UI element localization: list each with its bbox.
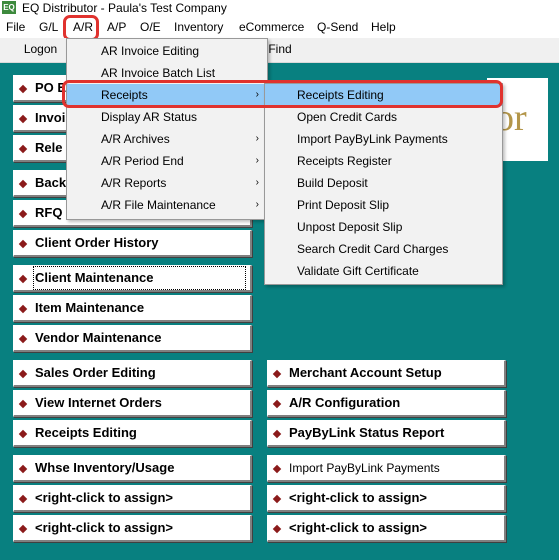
menu-file[interactable]: File: [6, 19, 25, 36]
menu-label: A/R File Maintenance: [101, 198, 216, 212]
button-label: <right-click to assign>: [35, 490, 173, 505]
sales-order-editing-button[interactable]: Sales Order Editing: [13, 360, 252, 387]
logon-button[interactable]: Logon: [8, 39, 73, 60]
ar-menu-ar-period-end[interactable]: A/R Period End ›: [101, 150, 267, 172]
submenu-unpost-deposit-slip[interactable]: Unpost Deposit Slip: [297, 216, 402, 238]
submenu-validate-gift-certificate[interactable]: Validate Gift Certificate: [297, 260, 419, 282]
bullet-icon: [18, 114, 28, 124]
button-label: Receipts Editing: [35, 425, 137, 440]
unassigned-shortcut-button[interactable]: <right-click to assign>: [13, 485, 252, 512]
receipts-submenu: Receipts Editing Open Credit Cards Impor…: [264, 83, 503, 285]
button-label: View Internet Orders: [35, 395, 162, 410]
button-label: Back: [35, 175, 67, 190]
submenu-print-deposit-slip[interactable]: Print Deposit Slip: [297, 194, 389, 216]
bullet-icon: [18, 274, 28, 284]
bullet-icon: [272, 399, 282, 409]
submenu-build-deposit[interactable]: Build Deposit: [297, 172, 368, 194]
receipts-editing-annotation-ring: [62, 80, 503, 108]
submenu-arrow-icon: ›: [255, 155, 259, 166]
client-maintenance-button[interactable]: Client Maintenance: [13, 265, 252, 292]
menu-label: A/R Archives: [101, 132, 170, 146]
button-label: RFQ: [35, 205, 63, 220]
unassigned-shortcut-button[interactable]: <right-click to assign>: [267, 485, 506, 512]
item-maintenance-button[interactable]: Item Maintenance: [13, 295, 252, 322]
submenu-open-credit-cards[interactable]: Open Credit Cards: [297, 106, 397, 128]
bullet-icon: [18, 144, 28, 154]
bullet-icon: [18, 179, 28, 189]
vendor-maintenance-button[interactable]: Vendor Maintenance: [13, 325, 252, 352]
whse-inventory-usage-button[interactable]: Whse Inventory/Usage: [13, 455, 252, 482]
button-label: Whse Inventory/Usage: [35, 460, 175, 475]
button-label: Import PayByLink Payments: [289, 461, 440, 475]
client-order-history-button[interactable]: Client Order History: [13, 230, 252, 257]
receipts-editing-button[interactable]: Receipts Editing: [13, 420, 252, 447]
ar-menu-ar-reports[interactable]: A/R Reports ›: [101, 172, 267, 194]
menu-inventory[interactable]: Inventory: [174, 19, 223, 36]
button-label: Rele: [35, 140, 63, 155]
bullet-icon: [18, 369, 28, 379]
bullet-icon: [272, 494, 282, 504]
menu-label: AR Invoice Batch List: [101, 66, 216, 80]
bullet-icon: [18, 429, 28, 439]
menu-q-send[interactable]: Q-Send: [317, 19, 358, 36]
button-label: A/R Configuration: [289, 395, 401, 410]
bullet-icon: [18, 209, 28, 219]
button-label: Item Maintenance: [35, 300, 145, 315]
menu-label: AR Invoice Editing: [101, 44, 200, 58]
menu-label: A/R Period End: [101, 154, 184, 168]
unassigned-shortcut-button[interactable]: <right-click to assign>: [267, 515, 506, 542]
bullet-icon: [272, 369, 282, 379]
bullet-icon: [18, 239, 28, 249]
menu-ecommerce[interactable]: eCommerce: [239, 19, 304, 36]
ar-configuration-button[interactable]: A/R Configuration: [267, 390, 506, 417]
ar-menu-ar-archives[interactable]: A/R Archives ›: [101, 128, 267, 150]
button-label: Vendor Maintenance: [35, 330, 162, 345]
bullet-icon: [18, 494, 28, 504]
menu-ap[interactable]: A/P: [107, 19, 126, 36]
menu-label: Display AR Status: [101, 110, 198, 124]
button-label: Sales Order Editing: [35, 365, 156, 380]
ar-dropdown-menu: AR Invoice Editing AR Invoice Batch List…: [66, 38, 268, 220]
unassigned-shortcut-button[interactable]: <right-click to assign>: [13, 515, 252, 542]
submenu-arrow-icon: ›: [255, 133, 259, 144]
submenu-search-credit-card-charges[interactable]: Search Credit Card Charges: [297, 238, 448, 260]
import-paybylink-payments-button[interactable]: Import PayByLink Payments: [267, 455, 506, 482]
button-label: Invoi: [35, 110, 66, 125]
eq-app-icon[interactable]: EQ: [2, 1, 16, 14]
menu-oe[interactable]: O/E: [140, 19, 161, 36]
window-title: EQ Distributor - Paula's Test Company: [22, 1, 227, 15]
menu-label: A/R Reports: [101, 176, 167, 190]
merchant-account-setup-button[interactable]: Merchant Account Setup: [267, 360, 506, 387]
button-label: Client Order History: [35, 235, 159, 250]
bullet-icon: [272, 429, 282, 439]
ar-menu-ar-invoice-editing[interactable]: AR Invoice Editing: [101, 40, 267, 62]
view-internet-orders-button[interactable]: View Internet Orders: [13, 390, 252, 417]
bullet-icon: [272, 464, 282, 474]
bullet-icon: [18, 84, 28, 94]
bullet-icon: [18, 399, 28, 409]
menu-help[interactable]: Help: [371, 19, 396, 36]
bullet-icon: [18, 304, 28, 314]
submenu-arrow-icon: ›: [255, 177, 259, 188]
submenu-import-paybylink-payments[interactable]: Import PayByLink Payments: [297, 128, 448, 150]
submenu-receipts-register[interactable]: Receipts Register: [297, 150, 392, 172]
menu-gl[interactable]: G/L: [39, 19, 58, 36]
bullet-icon: [272, 524, 282, 534]
button-label: Client Maintenance: [33, 266, 246, 290]
bullet-icon: [18, 524, 28, 534]
button-label: Merchant Account Setup: [289, 365, 442, 380]
button-label: <right-click to assign>: [289, 490, 427, 505]
button-label: PayByLink Status Report: [289, 425, 445, 440]
paybylink-status-report-button[interactable]: PayByLink Status Report: [267, 420, 506, 447]
bullet-icon: [18, 464, 28, 474]
ar-menu-display-ar-status[interactable]: Display AR Status: [101, 106, 267, 128]
ar-menu-ar-file-maintenance[interactable]: A/R File Maintenance ›: [101, 194, 267, 216]
button-label: <right-click to assign>: [35, 520, 173, 535]
bullet-icon: [18, 334, 28, 344]
submenu-arrow-icon: ›: [255, 199, 259, 210]
button-label: <right-click to assign>: [289, 520, 427, 535]
